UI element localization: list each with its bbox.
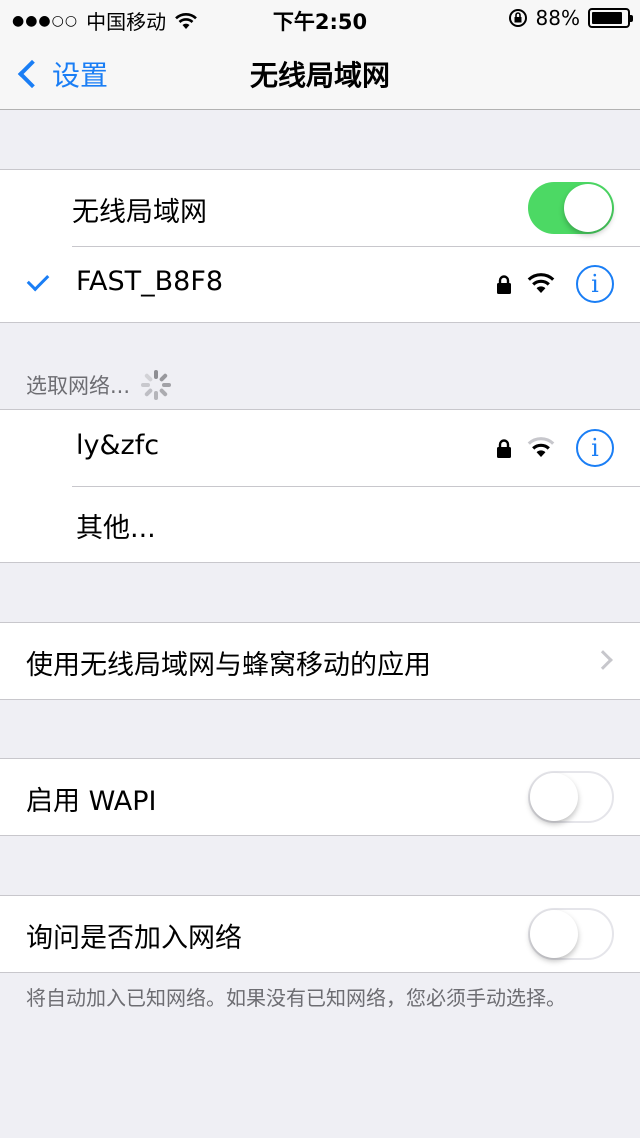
chevron-right-icon: [593, 650, 613, 670]
other-network-label: 其他...: [76, 513, 156, 544]
rotation-lock-icon: [508, 9, 527, 27]
loading-spinner-icon: [140, 369, 172, 401]
ask-join-row: 询问是否加入网络: [0, 896, 640, 972]
battery-icon: [588, 8, 633, 28]
network-row[interactable]: ly&zfc i: [0, 410, 640, 486]
ask-join-group: 询问是否加入网络: [0, 895, 640, 973]
toggle-knob: [530, 773, 578, 821]
ask-join-toggle[interactable]: [528, 908, 614, 960]
wapi-row: 启用 WAPI: [0, 759, 640, 835]
wapi-label: 启用 WAPI: [26, 786, 157, 817]
lock-icon: [497, 275, 511, 294]
checkmark-icon: [26, 268, 50, 292]
wifi-toggle[interactable]: [528, 182, 614, 234]
battery-fill: [592, 12, 622, 24]
toggle-knob: [530, 910, 578, 958]
wapi-toggle[interactable]: [528, 771, 614, 823]
info-icon[interactable]: i: [576, 429, 614, 467]
status-bar: ●●●○○ 中国移动 下午2:50 88%: [0, 0, 640, 36]
apps-group: 使用无线局域网与蜂窝移动的应用: [0, 622, 640, 700]
choose-network-label: 选取网络...: [26, 374, 131, 398]
ask-join-label: 询问是否加入网络: [26, 923, 242, 954]
wifi-group: 无线局域网 FAST_B8F8 i: [0, 169, 640, 323]
info-icon[interactable]: i: [576, 265, 614, 303]
lock-icon: [497, 439, 511, 458]
network-list-group: ly&zfc i 其他...: [0, 409, 640, 563]
toggle-knob: [564, 184, 612, 232]
wifi-strength-medium-icon: [527, 437, 555, 457]
wifi-toggle-row: 无线局域网: [0, 170, 640, 246]
network-name: ly&zfc: [76, 430, 160, 461]
apps-wlan-cellular-label: 使用无线局域网与蜂窝移动的应用: [26, 650, 431, 681]
battery-percentage: 88%: [535, 6, 580, 30]
choose-network-header: 选取网络...: [26, 369, 172, 401]
other-network-row[interactable]: 其他...: [0, 486, 640, 562]
wapi-group: 启用 WAPI: [0, 758, 640, 836]
wifi-toggle-label: 无线局域网: [72, 197, 207, 228]
ask-join-footer-note: 将自动加入已知网络。如果没有已知网络，您必须手动选择。: [26, 986, 566, 1010]
connected-network-name: FAST_B8F8: [76, 266, 224, 297]
connected-network-row[interactable]: FAST_B8F8 i: [0, 246, 640, 322]
navigation-bar: 设置 无线局域网: [0, 36, 640, 110]
apps-wlan-cellular-row[interactable]: 使用无线局域网与蜂窝移动的应用: [0, 623, 640, 699]
page-title: 无线局域网: [249, 59, 390, 92]
status-right: 88%: [508, 6, 633, 30]
wifi-strength-full-icon: [527, 273, 555, 293]
